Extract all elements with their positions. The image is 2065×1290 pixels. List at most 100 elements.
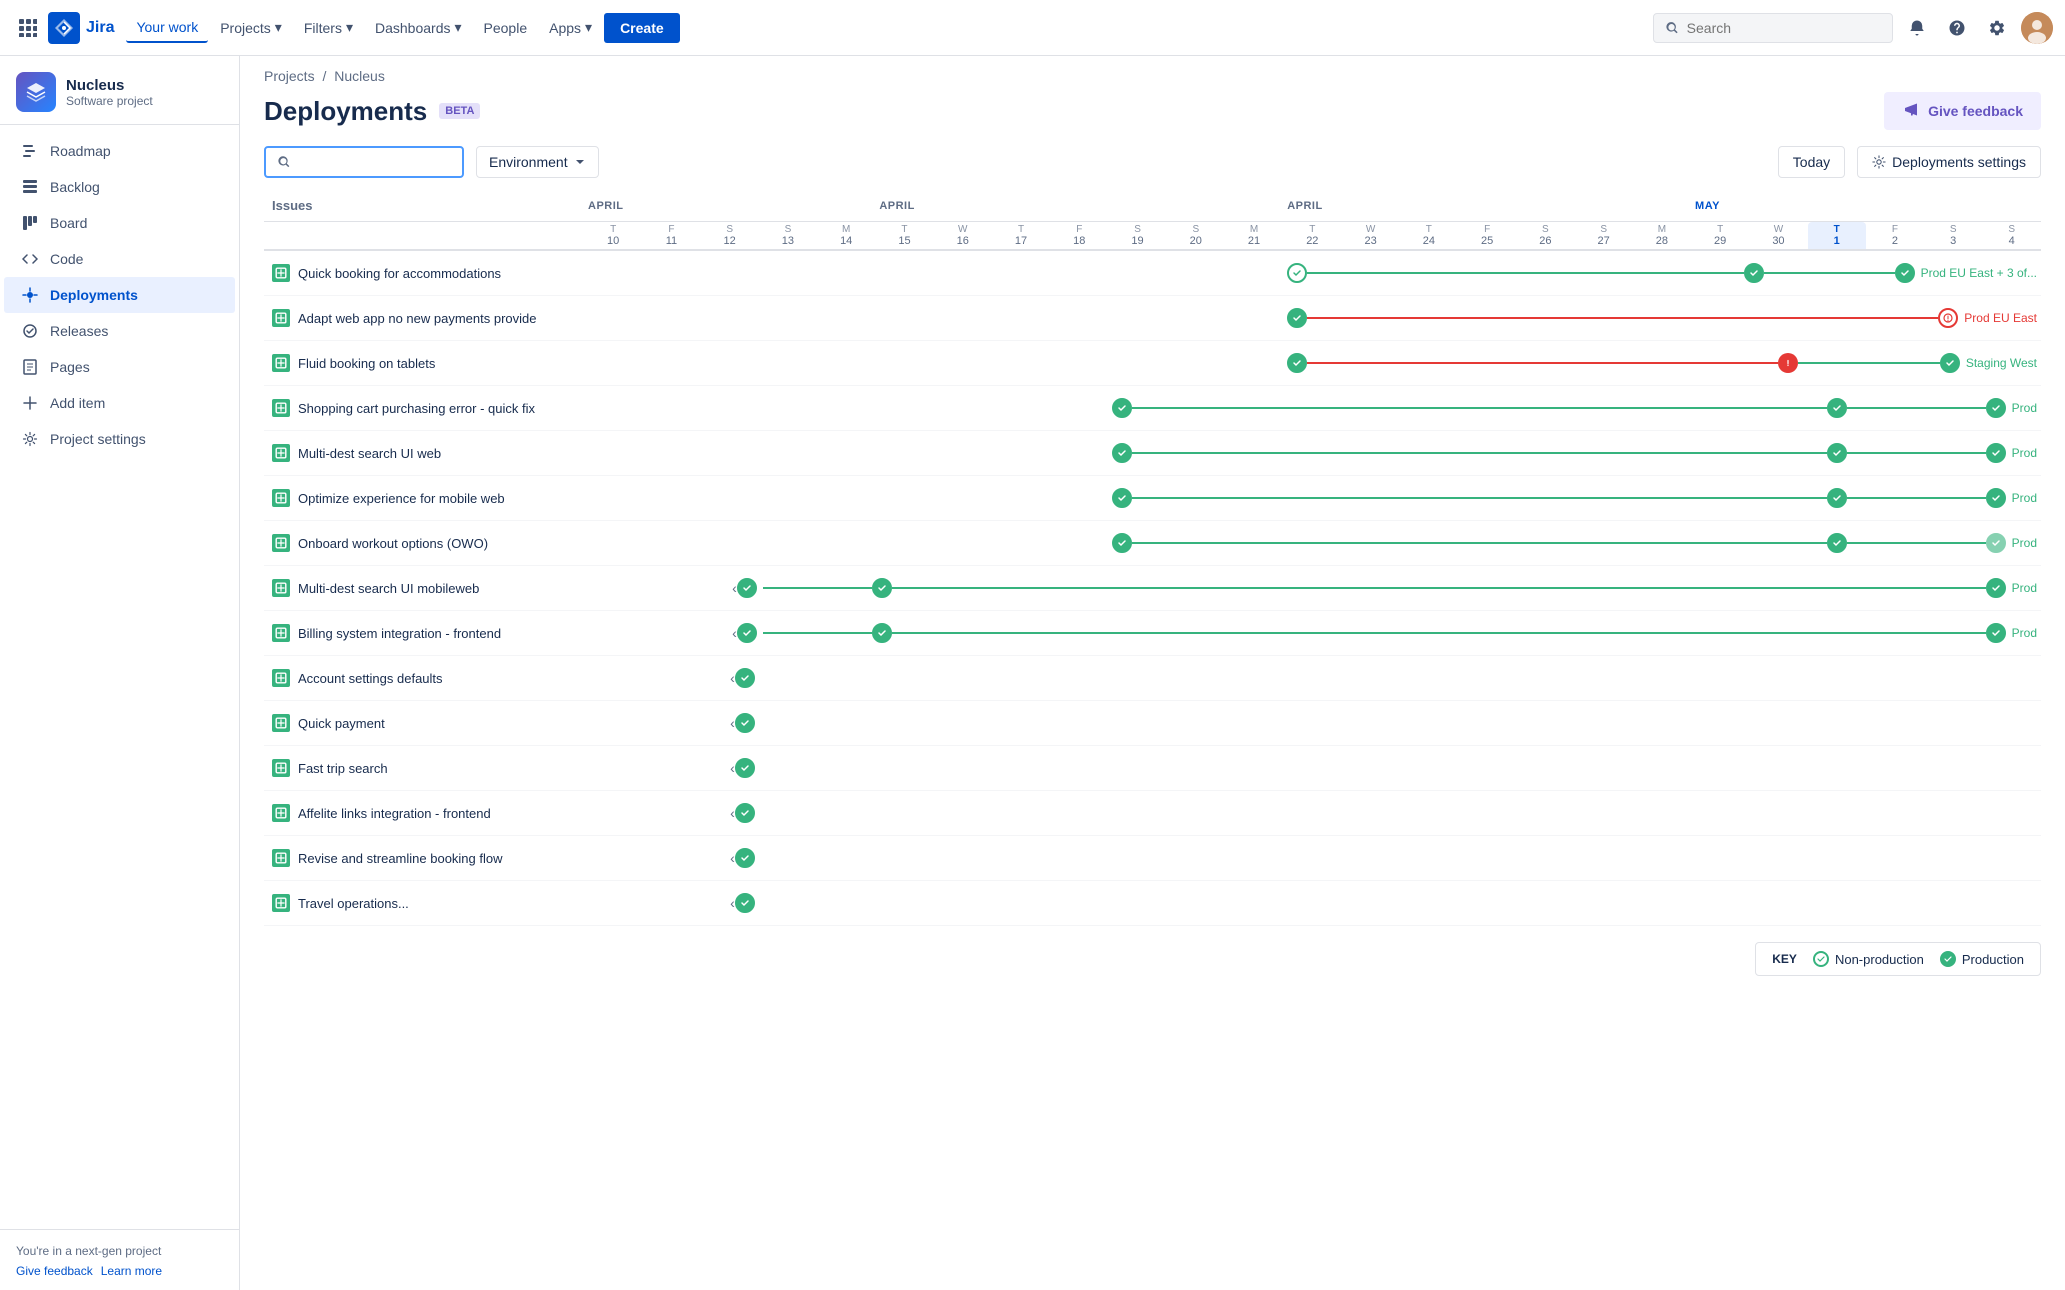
legend-prod: Production [1940, 951, 2024, 967]
settings-icon[interactable] [1981, 12, 2013, 44]
sidebar-item-roadmap[interactable]: Roadmap [4, 133, 235, 169]
gantt-deployment-cell: Prod EU East + 3 of... [1283, 250, 2041, 296]
beta-badge: BETA [439, 103, 480, 119]
gantt-cell [584, 296, 1283, 341]
issue-search-box[interactable] [264, 146, 464, 178]
table-row[interactable]: Billing system integration - frontend ‹ [264, 611, 2041, 656]
issue-icon [272, 669, 290, 687]
sidebar-label-backlog: Backlog [50, 179, 100, 195]
table-row[interactable]: Onboard workout options (OWO) [264, 521, 2041, 566]
gantt-cell: ‹ [584, 566, 759, 611]
nav-apps[interactable]: Apps ▾ [539, 13, 602, 42]
gantt-cell [759, 701, 2041, 746]
backlog-icon [20, 177, 40, 197]
issue-icon [272, 354, 290, 372]
nav-your-work[interactable]: Your work [126, 13, 208, 43]
nav-filters[interactable]: Filters ▾ [294, 13, 363, 42]
help-icon[interactable] [1941, 12, 1973, 44]
main-content: Projects / Nucleus Deployments BETA Give… [240, 56, 2065, 1290]
issues-column-header: Issues [264, 190, 584, 222]
table-row[interactable]: Travel operations... ‹ [264, 881, 2041, 926]
give-feedback-button[interactable]: Give feedback [1884, 92, 2041, 130]
sidebar-item-pages[interactable]: Pages [4, 349, 235, 385]
day-14: M14 [817, 222, 875, 251]
sidebar-label-board: Board [50, 215, 87, 231]
day-13: S13 [759, 222, 817, 251]
page-title-row: Deployments BETA [264, 96, 480, 127]
issue-name: Affelite links integration - frontend [298, 806, 491, 821]
nav-dashboards[interactable]: Dashboards ▾ [365, 13, 472, 42]
nav-people[interactable]: People [474, 14, 538, 42]
gantt-cell: ‹ [584, 881, 759, 926]
sidebar-project[interactable]: Nucleus Software project [0, 56, 239, 125]
day-27: S27 [1575, 222, 1633, 251]
breadcrumb-projects[interactable]: Projects [264, 68, 315, 84]
sidebar-item-code[interactable]: Code [4, 241, 235, 277]
grid-menu-icon[interactable] [12, 12, 44, 44]
table-row[interactable]: Quick booking for accommodations [264, 250, 2041, 296]
sidebar-item-releases[interactable]: Releases [4, 313, 235, 349]
issue-search-icon [278, 155, 290, 169]
notifications-icon[interactable] [1901, 12, 1933, 44]
issue-search-input[interactable] [298, 154, 450, 170]
table-row[interactable]: Affelite links integration - frontend ‹ [264, 791, 2041, 836]
sidebar-footer-links: Give feedback Learn more [16, 1264, 223, 1278]
pages-icon [20, 357, 40, 377]
table-row[interactable]: Fluid booking on tablets [264, 341, 2041, 386]
day-18: F18 [1050, 222, 1108, 251]
sidebar-item-add[interactable]: Add item [4, 385, 235, 421]
gantt-deployment-cell: Staging West [1283, 341, 2041, 386]
table-row[interactable]: Shopping cart purchasing error - quick f… [264, 386, 2041, 431]
day-17: T17 [992, 222, 1050, 251]
issue-name: Onboard workout options (OWO) [298, 536, 488, 551]
month-header-row: Issues APRIL APRIL APRIL MAY [264, 190, 2041, 222]
code-icon [20, 249, 40, 269]
gantt-deployment-cell: Prod [1108, 431, 2041, 476]
issue-icon [272, 624, 290, 642]
table-row[interactable]: Adapt web app no new payments provide [264, 296, 2041, 341]
table-row[interactable]: Multi-dest search UI web [264, 431, 2041, 476]
table-row[interactable]: Revise and streamline booking flow ‹ [264, 836, 2041, 881]
releases-icon [20, 321, 40, 341]
table-row[interactable]: Account settings defaults ‹ [264, 656, 2041, 701]
table-row[interactable]: Multi-dest search UI mobileweb ‹ [264, 566, 2041, 611]
sidebar-item-deployments[interactable]: Deployments [4, 277, 235, 313]
table-row[interactable]: Optimize experience for mobile web [264, 476, 2041, 521]
sidebar-label-add: Add item [50, 395, 105, 411]
deployments-settings-button[interactable]: Deployments settings [1857, 146, 2041, 178]
issue-icon [272, 309, 290, 327]
board-icon [20, 213, 40, 233]
search-input[interactable] [1687, 20, 1880, 36]
main-layout: Nucleus Software project Roadmap Backlog [0, 56, 2065, 1290]
sidebar-item-project-settings[interactable]: Project settings [4, 421, 235, 457]
today-button[interactable]: Today [1778, 146, 1845, 178]
sidebar-item-backlog[interactable]: Backlog [4, 169, 235, 205]
settings-gear-icon [1872, 155, 1886, 169]
gantt-body: Quick booking for accommodations [264, 250, 2041, 926]
search-icon [1666, 21, 1679, 35]
jira-logo[interactable]: Jira [48, 12, 114, 44]
issue-name: Shopping cart purchasing error - quick f… [298, 401, 535, 416]
issue-name: Fluid booking on tablets [298, 356, 435, 371]
page-title: Deployments [264, 96, 427, 127]
table-row[interactable]: Fast trip search ‹ [264, 746, 2041, 791]
footer-give-feedback-link[interactable]: Give feedback [16, 1264, 93, 1278]
sidebar: Nucleus Software project Roadmap Backlog [0, 56, 240, 1290]
toolbar: Environment Today Deployments settings [240, 146, 2065, 190]
gantt-deployment-cell: Prod [1108, 386, 2041, 431]
create-button[interactable]: Create [604, 13, 680, 43]
sidebar-item-board[interactable]: Board [4, 205, 235, 241]
user-avatar[interactable] [2021, 12, 2053, 44]
table-row[interactable]: Quick payment ‹ [264, 701, 2041, 746]
search-box[interactable] [1653, 13, 1893, 43]
footer-learn-more-link[interactable]: Learn more [101, 1264, 162, 1278]
breadcrumb-nucleus[interactable]: Nucleus [334, 68, 385, 84]
april-header-1: APRIL [584, 190, 875, 222]
megaphone-icon [1902, 102, 1920, 120]
day-20: S20 [1167, 222, 1225, 251]
nav-projects[interactable]: Projects ▾ [210, 13, 292, 42]
day-29: T29 [1691, 222, 1749, 251]
issue-icon [272, 264, 290, 282]
environment-dropdown[interactable]: Environment [476, 146, 599, 178]
sidebar-label-roadmap: Roadmap [50, 143, 111, 159]
